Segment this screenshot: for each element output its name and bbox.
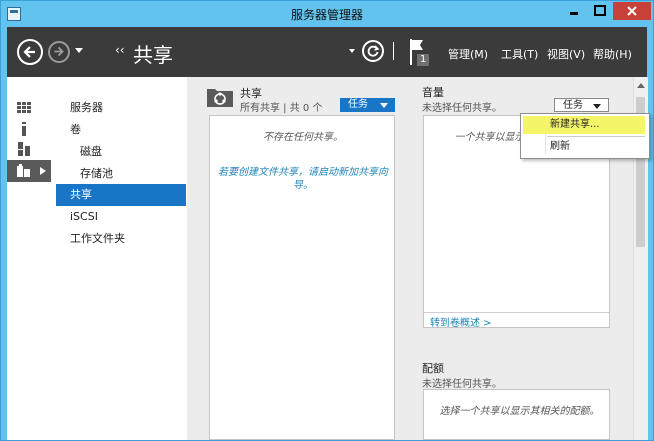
shares-tasks-button[interactable]: 任务 — [340, 98, 395, 112]
expand-arrow-icon — [40, 167, 46, 175]
local-server-icon[interactable] — [17, 121, 33, 137]
breadcrumb-separator: ‹‹ — [115, 43, 125, 57]
sidebar-item-work-folders[interactable]: 工作文件夹 — [56, 228, 181, 250]
file-storage-icon — [17, 164, 30, 177]
sidebar-item-disks[interactable]: 磁盘 — [56, 141, 181, 163]
notifications-button[interactable]: 1 — [409, 37, 431, 67]
chevron-down-icon — [380, 103, 388, 108]
menu-view[interactable]: 视图(V) — [547, 46, 585, 62]
refresh-icon — [367, 45, 380, 57]
go-to-volumes-overview-link[interactable]: 转到卷概述 > — [430, 314, 492, 329]
notification-count: 1 — [420, 54, 427, 65]
shares-tasks-label: 任务 — [348, 99, 368, 110]
quota-subtitle: 未选择任何共享。 — [422, 379, 502, 390]
breadcrumb[interactable]: 共享 — [133, 39, 173, 68]
sidebar-item-volumes[interactable]: 卷 — [56, 119, 181, 141]
main-content: 服务器 卷 磁盘 存储池 共享 iSCSI 工作文件夹 共享 所有共享 | 共 … — [7, 77, 650, 440]
menu-item-new-share[interactable]: 新建共享... — [523, 116, 645, 134]
volume-link-bar: 转到卷概述 > — [424, 312, 609, 329]
dashboard-icon[interactable] — [17, 99, 33, 115]
chevron-down-icon — [593, 104, 601, 109]
server-manager-window: 服务器管理器 ‹‹ 共享 1 管理(M) 工具(T) 视图(V) 帮助(H) 服… — [0, 0, 654, 441]
maximize-button[interactable] — [587, 2, 613, 20]
sidebar-item-shares[interactable]: 共享 — [56, 184, 186, 206]
menu-item-refresh[interactable]: 刷新 — [523, 138, 645, 156]
quota-title: 配额 — [422, 362, 444, 375]
window-title: 服务器管理器 — [290, 8, 363, 22]
close-icon — [627, 6, 637, 16]
refresh-dropdown-icon[interactable] — [349, 49, 355, 53]
menu-manage[interactable]: 管理(M) — [448, 46, 488, 62]
back-arrow-icon — [23, 46, 35, 58]
sidebar-item-servers[interactable]: 服务器 — [56, 97, 181, 119]
volume-subtitle: 未选择任何共享。 — [422, 103, 502, 114]
no-shares-message: 不存在任何共享。 — [263, 132, 343, 143]
sidebar-item-storage-pools[interactable]: 存储池 — [56, 163, 181, 185]
navigation-icon-strip — [7, 77, 52, 440]
back-button[interactable] — [17, 39, 43, 65]
shares-page: 共享 所有共享 | 共 0 个 任务 不存在任何共享。 若要创建文件共享，请启动… — [187, 77, 650, 440]
menu-tools[interactable]: 工具(T) — [501, 46, 538, 62]
forward-button[interactable] — [48, 41, 70, 63]
navigation-bar: ‹‹ 共享 1 管理(M) 工具(T) 视图(V) 帮助(H) — [7, 27, 647, 77]
history-dropdown-icon[interactable] — [75, 48, 83, 53]
volume-title: 音量 — [422, 86, 444, 99]
toolbar-divider — [393, 42, 394, 60]
quota-empty-message: 选择一个共享以显示其相关的配额。 — [439, 406, 600, 417]
minimize-button[interactable] — [561, 2, 587, 20]
tasks-context-menu: 新建共享... 刷新 — [520, 113, 650, 159]
refresh-button[interactable] — [362, 40, 384, 62]
sidebar-item-iscsi[interactable]: iSCSI — [56, 206, 181, 228]
scroll-up-icon[interactable] — [637, 83, 645, 88]
quota-panel: 选择一个共享以显示其相关的配额。 — [423, 389, 610, 440]
menu-divider — [547, 136, 645, 137]
close-button[interactable] — [613, 2, 651, 20]
file-storage-sidebar: 服务器 卷 磁盘 存储池 共享 iSCSI 工作文件夹 — [51, 77, 186, 440]
menu-help[interactable]: 帮助(H) — [593, 46, 632, 62]
file-storage-services-nav[interactable] — [7, 160, 51, 182]
title-bar: 服务器管理器 — [1, 1, 653, 27]
volume-tasks-button[interactable]: 任务 — [554, 98, 609, 112]
all-servers-icon[interactable] — [17, 141, 33, 157]
new-share-wizard-hint[interactable]: 若要创建文件共享，请启动新加共享向导。 — [218, 166, 388, 192]
shares-list-panel[interactable]: 不存在任何共享。 若要创建文件共享，请启动新加共享向导。 — [209, 115, 395, 440]
shares-subtitle: 所有共享 | 共 0 个 — [240, 103, 323, 114]
minimize-icon — [570, 12, 578, 15]
forward-arrow-icon — [54, 46, 64, 57]
shares-folder-icon — [207, 85, 233, 107]
volume-tasks-label: 任务 — [563, 100, 583, 111]
maximize-icon — [594, 5, 606, 16]
